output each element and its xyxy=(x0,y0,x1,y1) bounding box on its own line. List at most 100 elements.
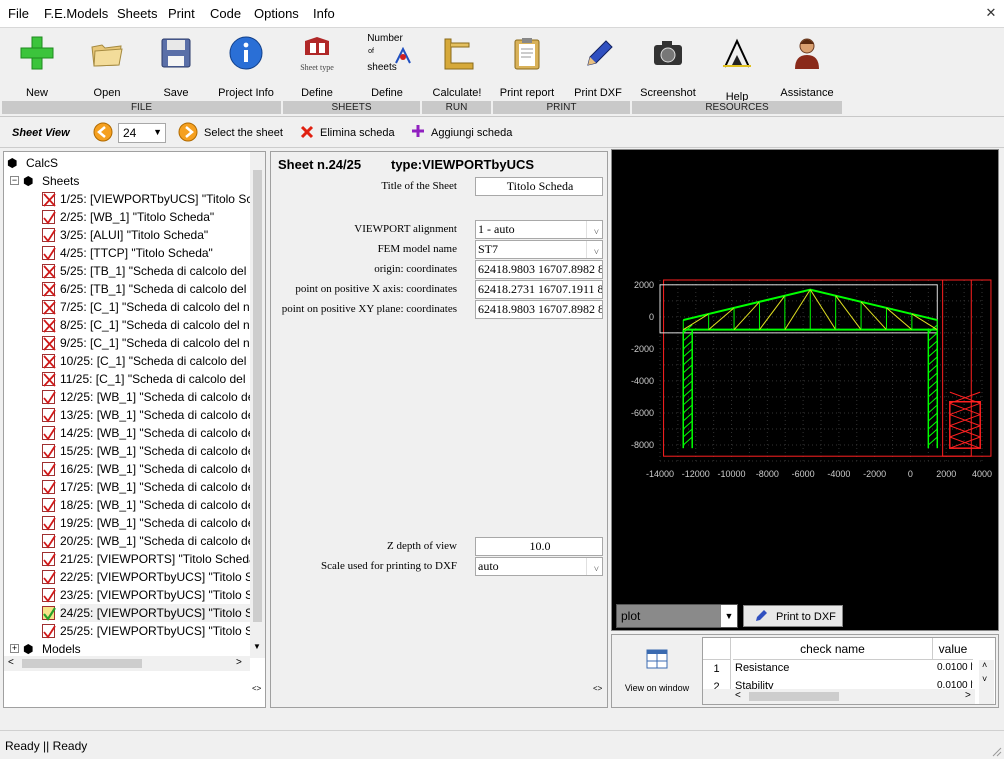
screenshot-button[interactable]: Screenshot xyxy=(635,33,701,103)
scroll-thumb[interactable] xyxy=(22,659,142,668)
tree-item-sheet-23[interactable]: 23/25: [VIEWPORTbyUCS] "Titolo S xyxy=(40,586,250,604)
tree-item-sheet-7[interactable]: 7/25: [C_1] "Scheda di calcolo del n xyxy=(40,298,250,316)
print-to-dxf-button[interactable]: Print to DXF xyxy=(743,605,843,627)
tree-item-sheet-24[interactable]: 24/25: [VIEWPORTbyUCS] "Titolo S xyxy=(40,604,250,622)
tree-item-sheet-15[interactable]: 15/25: [WB_1] "Scheda di calcolo de xyxy=(40,442,250,460)
scroll-right-icon[interactable]: > xyxy=(965,690,971,701)
tree-item-sheet-2[interactable]: 2/25: [WB_1] "Titolo Scheda" xyxy=(40,208,250,226)
tree-horizontal-scrollbar[interactable]: < > xyxy=(4,656,250,671)
menu-sheets[interactable]: Sheets xyxy=(117,6,157,21)
sheet-number-select[interactable]: 24 ▼ xyxy=(118,123,166,143)
tree-item-sheet-13[interactable]: 13/25: [WB_1] "Scheda di calcolo de xyxy=(40,406,250,424)
tree-item-sheet-11[interactable]: 11/25: [C_1] "Scheda di calcolo del xyxy=(40,370,250,388)
tree-item-sheet-19[interactable]: 19/25: [WB_1] "Scheda di calcolo de xyxy=(40,514,250,532)
field-input-1[interactable]: Titolo Scheda xyxy=(475,177,603,196)
tree-item-sheet-18[interactable]: 18/25: [WB_1] "Scheda di calcolo de xyxy=(40,496,250,514)
define-sheet-type-button[interactable]: Sheet type Define xyxy=(284,33,350,103)
menu-print[interactable]: Print xyxy=(168,6,195,21)
collapse-icon[interactable]: − xyxy=(10,176,19,185)
tree-item-sheet-20[interactable]: 20/25: [WB_1] "Scheda di calcolo de xyxy=(40,532,250,550)
resize-handle[interactable]: <> xyxy=(593,684,602,693)
prev-sheet-icon[interactable] xyxy=(93,122,113,142)
assistance-button[interactable]: Assistance xyxy=(774,33,840,103)
checks-horizontal-scrollbar[interactable]: < > xyxy=(703,689,975,704)
tree-item-sheet-10[interactable]: 10/25: [C_1] "Scheda di calcolo del xyxy=(40,352,250,370)
scroll-down-icon[interactable]: ˅ xyxy=(982,674,987,684)
field-input-7[interactable]: 10.0 xyxy=(475,537,603,556)
tree-item-label: 20/25: [WB_1] "Scheda di calcolo de xyxy=(60,534,250,548)
save-button[interactable]: Save xyxy=(143,33,209,103)
plus-icon xyxy=(20,36,54,70)
add-sheet-button[interactable]: Aggiungi scheda xyxy=(409,123,519,143)
chevron-down-icon: ▼ xyxy=(721,605,737,627)
menu-info[interactable]: Info xyxy=(313,6,335,21)
tree-item-sheet-1[interactable]: 1/25: [VIEWPORTbyUCS] "Titolo Scheda" xyxy=(40,190,250,208)
menu-code[interactable]: Code xyxy=(210,6,241,21)
field-select-3[interactable]: ST7 ˅ xyxy=(475,240,603,259)
tree-item-sheet-5[interactable]: 5/25: [TB_1] "Scheda di calcolo del xyxy=(40,262,250,280)
field-value: ST7 xyxy=(478,242,499,256)
tree-item-sheet-6[interactable]: 6/25: [TB_1] "Scheda di calcolo del xyxy=(40,280,250,298)
col-check-name[interactable]: check name xyxy=(733,638,933,660)
scroll-left-icon[interactable]: < xyxy=(8,657,14,668)
plot-panel[interactable]: -14000 -12000 -10000 -8000 -6000 -4000 -2000 0 2… xyxy=(611,149,999,631)
scroll-right-icon[interactable]: > xyxy=(236,657,242,668)
x-tick-label: -14000 xyxy=(646,469,674,479)
field-select-8[interactable]: auto ˅ xyxy=(475,557,603,576)
scroll-thumb[interactable] xyxy=(253,170,262,622)
sheet-type: type:VIEWPORTbyUCS xyxy=(391,157,535,172)
tree-item-sheet-25[interactable]: 25/25: [VIEWPORTbyUCS] "Titolo S xyxy=(40,622,250,640)
ruler-square-icon xyxy=(444,38,474,70)
tree-item-sheet-9[interactable]: 9/25: [C_1] "Scheda di calcolo del n xyxy=(40,334,250,352)
project-info-button[interactable]: Project Info xyxy=(213,33,279,103)
column-brace xyxy=(682,396,693,406)
field-select-2[interactable]: 1 - auto ˅ xyxy=(475,220,603,239)
tree-item-sheet-12[interactable]: 12/25: [WB_1] "Scheda di calcolo de xyxy=(40,388,250,406)
tree-vertical-scrollbar[interactable]: ▼ xyxy=(250,152,265,658)
checked-ok-icon xyxy=(42,606,56,621)
close-icon[interactable]: ✕ xyxy=(982,4,1000,22)
scroll-thumb[interactable] xyxy=(749,692,839,701)
col-value[interactable]: value xyxy=(933,638,973,660)
next-sheet-icon[interactable] xyxy=(178,122,198,142)
calculate-button[interactable]: Calculate! xyxy=(424,33,490,103)
help-button[interactable]: Help xyxy=(704,33,770,103)
expand-icon[interactable]: + xyxy=(10,644,19,653)
field-input-5[interactable]: 62418.2731 16707.1911 8 xyxy=(475,280,603,299)
resize-handle[interactable]: <> xyxy=(252,684,261,693)
tree-item-label: 12/25: [WB_1] "Scheda di calcolo de xyxy=(60,390,250,404)
tree-item-sheet-22[interactable]: 22/25: [VIEWPORTbyUCS] "Titolo S xyxy=(40,568,250,586)
sheet-number-value: 24 xyxy=(123,126,137,140)
tree-item-sheet-21[interactable]: 21/25: [VIEWPORTS] "Titolo Scheda xyxy=(40,550,250,568)
checks-vertical-scrollbar[interactable]: ˄ ˅ xyxy=(979,660,994,704)
y-tick-label: -2000 xyxy=(631,344,654,354)
print-report-button[interactable]: Print report xyxy=(494,33,560,103)
define-number-button[interactable]: Number of sheets Define xyxy=(354,33,420,103)
scroll-left-icon[interactable]: < xyxy=(735,690,741,701)
resize-grip-icon[interactable] xyxy=(990,745,1002,757)
tree-item-sheet-4[interactable]: 4/25: [TTCP] "Titolo Scheda" xyxy=(40,244,250,262)
menu-fe-models[interactable]: F.E.Models xyxy=(44,6,108,21)
print-dxf-button[interactable]: Print DXF xyxy=(565,33,631,103)
view-on-window-button[interactable]: View on window xyxy=(616,647,698,697)
check-icon xyxy=(42,534,56,549)
open-button[interactable]: Open xyxy=(74,33,140,103)
tree-item-sheet-17[interactable]: 17/25: [WB_1] "Scheda di calcolo de xyxy=(40,478,250,496)
tree-item-sheet-14[interactable]: 14/25: [WB_1] "Scheda di calcolo de xyxy=(40,424,250,442)
structure-plot[interactable]: -14000 -12000 -10000 -8000 -6000 -4000 -2000 0 2… xyxy=(612,150,998,600)
plot-select[interactable]: plot ▼ xyxy=(616,604,738,628)
tree-sheets-node[interactable]: − ⬢ Sheets xyxy=(10,172,250,190)
scroll-up-icon[interactable]: ˄ xyxy=(982,660,987,670)
field-input-6[interactable]: 62418.9803 16707.8982 8 xyxy=(475,300,603,319)
tree-item-sheet-16[interactable]: 16/25: [WB_1] "Scheda di calcolo de xyxy=(40,460,250,478)
tree-item-sheet-8[interactable]: 8/25: [C_1] "Scheda di calcolo del n xyxy=(40,316,250,334)
menu-options[interactable]: Options xyxy=(254,6,299,21)
tent-logo-icon xyxy=(723,38,751,68)
field-input-4[interactable]: 62418.9803 16707.8982 8 xyxy=(475,260,603,279)
scroll-down-icon[interactable]: ▼ xyxy=(253,642,261,651)
new-button[interactable]: New xyxy=(4,33,70,103)
delete-sheet-button[interactable]: Elimina scheda xyxy=(298,123,398,143)
menu-file[interactable]: File xyxy=(8,6,29,21)
tree-item-sheet-3[interactable]: 3/25: [ALUI] "Titolo Scheda" xyxy=(40,226,250,244)
column-brace xyxy=(927,412,938,422)
